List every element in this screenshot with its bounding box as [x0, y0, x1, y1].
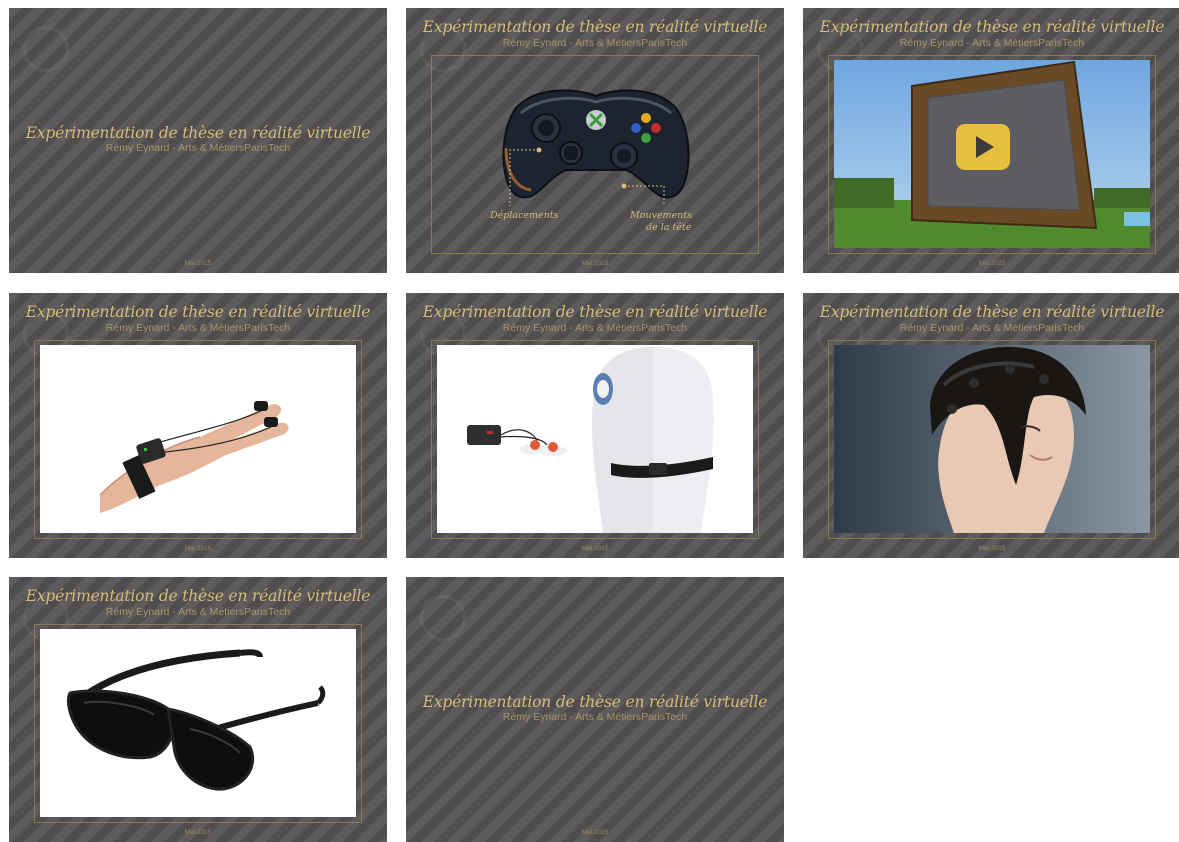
slide-date: Mai 2015	[978, 545, 1006, 552]
slide-title: Expérimentation de thèse en réalité virt…	[25, 587, 371, 605]
slide-title: Expérimentation de thèse en réalité virt…	[819, 18, 1165, 36]
slide-6[interactable]: Expérimentation de thèse en réalité virt…	[803, 293, 1179, 558]
minecraft-video-screen-image	[834, 60, 1150, 248]
slide-date: Mai 2015	[184, 260, 212, 267]
slide-5[interactable]: Expérimentation de thèse en réalité virt…	[406, 293, 784, 558]
label-deplacements: Déplacements	[490, 210, 559, 221]
slide-date: Mai 2015	[581, 260, 609, 267]
slide-title: Expérimentation de thèse en réalité virt…	[422, 693, 768, 711]
slide-1[interactable]: Expérimentation de thèse en réalité virt…	[9, 8, 387, 273]
slide-subtitle: Rémy Eynard - Arts & MétiersParisTech	[899, 322, 1085, 334]
slide-date: Mai 2015	[978, 260, 1006, 267]
watermark-logo	[23, 26, 69, 72]
slide-subtitle: Rémy Eynard - Arts & MétiersParisTech	[105, 606, 291, 618]
hand-finger-sensor-image	[40, 345, 356, 533]
slide-subtitle: Rémy Eynard - Arts & MétiersParisTech	[502, 711, 688, 723]
xbox-controller-image	[502, 89, 690, 206]
slide-8[interactable]: Expérimentation de thèse en réalité virt…	[406, 577, 784, 842]
slide-title: Expérimentation de thèse en réalité virt…	[25, 124, 371, 142]
slide-title: Expérimentation de thèse en réalité virt…	[25, 303, 371, 321]
watermark-logo	[420, 595, 466, 641]
slide-7[interactable]: Expérimentation de thèse en réalité virt…	[9, 577, 387, 842]
slide-date: Mai 2015	[581, 545, 609, 552]
3d-glasses-image	[40, 629, 356, 817]
slide-3[interactable]: Expérimentation de thèse en réalité virt…	[803, 8, 1179, 273]
slide-title: Expérimentation de thèse en réalité virt…	[819, 303, 1165, 321]
slide-title: Expérimentation de thèse en réalité virt…	[422, 18, 768, 36]
slide-subtitle: Rémy Eynard - Arts & MétiersParisTech	[105, 322, 291, 334]
eeg-headset-woman-image	[834, 345, 1150, 533]
label-mouvements: Mouvements	[630, 210, 692, 221]
slide-title: Expérimentation de thèse en réalité virt…	[422, 303, 768, 321]
slide-2[interactable]: Expérimentation de thèse en réalité virt…	[406, 8, 784, 273]
slide-4[interactable]: Expérimentation de thèse en réalité virt…	[9, 293, 387, 558]
slide-subtitle: Rémy Eynard - Arts & MétiersParisTech	[899, 37, 1085, 49]
slide-subtitle: Rémy Eynard - Arts & MétiersParisTech	[105, 142, 291, 154]
chest-strap-heart-sensor-image	[437, 345, 753, 533]
slide-date: Mai 2015	[581, 829, 609, 836]
slide-subtitle: Rémy Eynard - Arts & MétiersParisTech	[502, 322, 688, 334]
label-de-la-tete: de la tête	[646, 222, 692, 233]
slide-date: Mai 2015	[184, 545, 212, 552]
slide-subtitle: Rémy Eynard - Arts & MétiersParisTech	[502, 37, 688, 49]
slide-date: Mai 2015	[184, 829, 212, 836]
